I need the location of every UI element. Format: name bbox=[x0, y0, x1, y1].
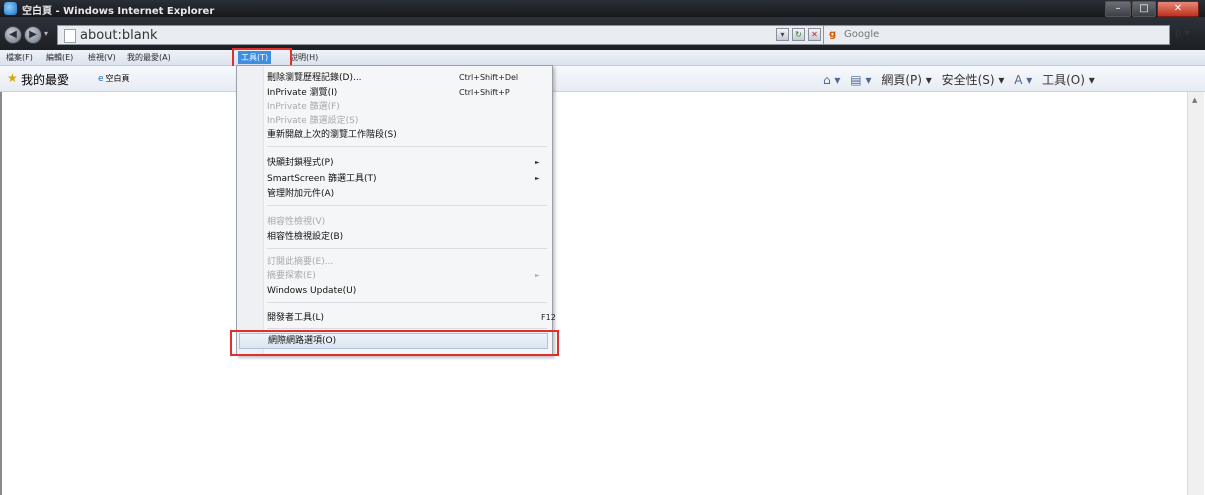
menu-compatibility-view: 相容性檢視(V) bbox=[267, 215, 547, 229]
menu-item-label: 開發者工具(L) bbox=[267, 313, 325, 323]
menu-item-label: 管理附加元件(A) bbox=[267, 189, 335, 199]
recent-pages-dropdown[interactable]: ▾ bbox=[44, 29, 48, 38]
menu-item-shortcut: Ctrl+Shift+P bbox=[459, 88, 510, 97]
tools-dropdown-menu: 刪除瀏覽歷程記錄(D)... Ctrl+Shift+Del InPrivate … bbox=[236, 65, 556, 356]
menu-help[interactable]: 說明(H) bbox=[290, 51, 318, 64]
submenu-arrow-icon: ► bbox=[535, 159, 540, 166]
menu-feed-discovery: 摘要探索(E) ► bbox=[267, 269, 547, 283]
menu-file[interactable]: 檔案(F) bbox=[6, 51, 33, 64]
menu-favorites[interactable]: 我的最愛(A) bbox=[127, 51, 171, 64]
menu-item-label: Windows Update(U) bbox=[267, 286, 357, 296]
submenu-arrow-icon: ► bbox=[535, 175, 540, 182]
menu-view[interactable]: 檢視(V) bbox=[88, 51, 116, 64]
menu-separator bbox=[267, 146, 547, 147]
page-icon bbox=[64, 29, 76, 43]
ie-logo-icon bbox=[4, 2, 17, 15]
ie-page-icon: e bbox=[98, 74, 104, 84]
window-left-edge bbox=[0, 92, 2, 495]
close-button[interactable]: ✕ bbox=[1157, 1, 1199, 17]
address-bar-row: ◀ ▶ ▾ about:blank ▾ ↻ ✕ g ρ ▾ bbox=[0, 17, 1205, 50]
menu-item-label: 快顯封鎖程式(P) bbox=[267, 158, 334, 168]
google-icon: g bbox=[829, 29, 837, 40]
menu-developer-tools[interactable]: 開發者工具(L) F12 bbox=[267, 311, 556, 325]
menu-compatibility-view-settings[interactable]: 相容性檢視設定(B) bbox=[267, 230, 547, 244]
window-controls: – □ ✕ bbox=[1104, 1, 1199, 17]
back-button[interactable]: ◀ bbox=[4, 26, 22, 44]
menu-subscribe-feed: 訂閱此摘要(E)... bbox=[267, 255, 547, 269]
address-field[interactable]: about:blank bbox=[57, 25, 824, 45]
menu-delete-history[interactable]: 刪除瀏覽歷程記錄(D)... Ctrl+Shift+Del bbox=[267, 71, 547, 85]
menu-windows-update[interactable]: Windows Update(U) bbox=[267, 284, 547, 298]
menu-inprivate-filter-settings: InPrivate 篩選設定(S) bbox=[267, 114, 547, 128]
tools-menu-button[interactable]: 工具(O) ▾ bbox=[1042, 71, 1095, 88]
scroll-up-arrow-icon[interactable]: ▲ bbox=[1192, 96, 1197, 104]
search-input[interactable] bbox=[844, 27, 1144, 41]
favorites-bar: ★ 我的最愛 e 空白頁 ⌂ ▾ ▤ ▾ 網頁(P) ▾ 安全性(S) ▾ A ▾… bbox=[0, 66, 1205, 92]
page-content bbox=[0, 92, 1205, 495]
page-menu-button[interactable]: 網頁(P) ▾ bbox=[881, 71, 931, 88]
title-bar: 空白頁 - Windows Internet Explorer – □ ✕ bbox=[0, 0, 1205, 17]
menu-reopen-last-session[interactable]: 重新開啟上次的瀏覽工作階段(S) bbox=[267, 128, 547, 142]
menu-inprivate-browsing[interactable]: InPrivate 瀏覽(I) Ctrl+Shift+P bbox=[267, 86, 547, 100]
menu-manage-addons[interactable]: 管理附加元件(A) bbox=[267, 187, 547, 201]
menu-separator bbox=[267, 328, 547, 329]
menu-smartscreen-filter[interactable]: SmartScreen 篩選工具(T) ► bbox=[267, 172, 547, 186]
safety-menu-button[interactable]: 安全性(S) ▾ bbox=[942, 71, 1005, 88]
menu-item-label: SmartScreen 篩選工具(T) bbox=[267, 174, 377, 184]
menu-item-label: 相容性檢視(V) bbox=[267, 217, 326, 227]
tab-label: 空白頁 bbox=[105, 74, 130, 83]
menu-bar: 檔案(F) 編輯(E) 檢視(V) 我的最愛(A) 工具(T) 說明(H) bbox=[0, 50, 1205, 66]
url-text[interactable]: about:blank bbox=[80, 28, 158, 43]
menu-separator bbox=[267, 205, 547, 206]
address-buttons: ▾ ↻ ✕ bbox=[773, 28, 821, 41]
menu-tools[interactable]: 工具(T) bbox=[238, 51, 272, 64]
minimize-button[interactable]: – bbox=[1105, 1, 1131, 17]
menu-edit[interactable]: 編輯(E) bbox=[46, 51, 73, 64]
menu-item-label: 相容性檢視設定(B) bbox=[267, 232, 344, 242]
command-bar: ⌂ ▾ ▤ ▾ 網頁(P) ▾ 安全性(S) ▾ A ▾ 工具(O) ▾ bbox=[823, 71, 1101, 87]
feeds-button[interactable]: ▤ ▾ bbox=[850, 73, 871, 87]
tab-blank-page[interactable]: e 空白頁 bbox=[98, 72, 130, 86]
menu-item-label: 訂閱此摘要(E)... bbox=[267, 257, 334, 267]
menu-popup-blocker[interactable]: 快顯封鎖程式(P) ► bbox=[267, 156, 547, 170]
refresh-button[interactable]: ↻ bbox=[792, 28, 805, 41]
menu-item-label: 重新開啟上次的瀏覽工作階段(S) bbox=[267, 130, 397, 140]
maximize-button[interactable]: □ bbox=[1132, 1, 1156, 17]
menu-item-label: InPrivate 篩選設定(S) bbox=[267, 116, 359, 126]
vertical-scrollbar[interactable]: ▲ bbox=[1187, 92, 1204, 495]
submenu-arrow-icon: ► bbox=[535, 272, 540, 279]
menu-separator bbox=[267, 248, 547, 249]
forward-button[interactable]: ▶ bbox=[24, 26, 42, 44]
favorites-button[interactable]: 我的最愛 bbox=[21, 71, 69, 88]
menu-item-label: InPrivate 篩選(F) bbox=[267, 102, 340, 112]
address-dropdown-button[interactable]: ▾ bbox=[776, 28, 789, 41]
home-button[interactable]: ⌂ ▾ bbox=[823, 73, 840, 87]
menu-inprivate-filtering: InPrivate 篩選(F) bbox=[267, 100, 547, 114]
menu-item-shortcut: F12 bbox=[541, 313, 556, 322]
menu-item-label: 網際網路選項(O) bbox=[268, 336, 337, 346]
menu-internet-options[interactable]: 網際網路選項(O) bbox=[239, 333, 548, 349]
window-title: 空白頁 - Windows Internet Explorer bbox=[22, 6, 215, 17]
menu-item-label: InPrivate 瀏覽(I) bbox=[267, 88, 338, 98]
search-box[interactable]: g bbox=[823, 25, 1170, 45]
menu-item-label: 摘要探索(E) bbox=[267, 271, 316, 281]
stop-button[interactable]: ✕ bbox=[808, 28, 821, 41]
favorites-star-icon[interactable]: ★ bbox=[7, 71, 18, 85]
text-size-button[interactable]: A ▾ bbox=[1014, 73, 1032, 87]
menu-separator bbox=[267, 302, 547, 303]
menu-item-shortcut: Ctrl+Shift+Del bbox=[459, 73, 519, 82]
menu-icon-gutter bbox=[237, 66, 264, 355]
search-button[interactable]: ρ ▾ bbox=[1175, 28, 1190, 39]
menu-item-label: 刪除瀏覽歷程記錄(D)... bbox=[267, 73, 362, 83]
